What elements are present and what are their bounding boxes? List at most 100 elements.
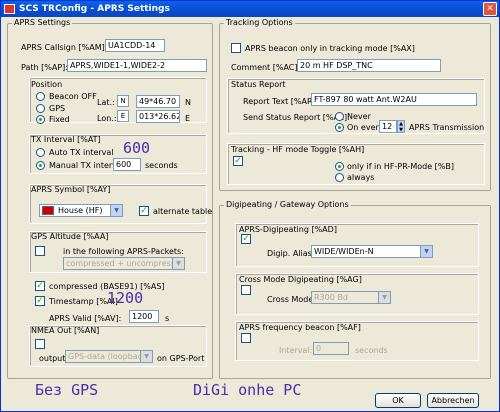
output-label: output (39, 354, 66, 363)
tracking-toggle-checkbox[interactable]: ✓ (233, 156, 243, 166)
gps-label: GPS (49, 104, 66, 113)
handwritten-600: 600 (123, 139, 151, 157)
path-input[interactable]: APRS,WIDE1-1,WIDE2-2 (67, 59, 207, 72)
house-symbol-icon (42, 206, 54, 215)
position-caption: Position (31, 80, 63, 89)
alias-label: Digip. Alias: (267, 249, 315, 258)
tracking-options-caption: Tracking Options (224, 18, 295, 27)
cross-mode-checkbox[interactable] (241, 285, 251, 295)
tx-interval-unit: seconds (145, 161, 178, 170)
output-value: GPS-data (loopback) (68, 352, 150, 361)
freq-beacon-checkbox[interactable] (241, 333, 251, 343)
alias-value: WIDE/WIDEn-N (314, 247, 374, 256)
symbol-value: House (HF) (58, 206, 103, 215)
alternate-table-label: alternate table (153, 207, 213, 216)
cross-mode-caption: Cross Mode Digipeating [%AG] (239, 275, 362, 284)
fixed-label: Fixed (49, 115, 70, 124)
chevron-down-icon[interactable]: ▼ (420, 246, 432, 257)
aprs-digi-checkbox[interactable]: ✓ (241, 234, 251, 244)
nmea-out-checkbox[interactable] (35, 339, 45, 349)
auto-tx-label: Auto TX interval (49, 148, 114, 157)
interval-label: Interval: (279, 346, 313, 355)
always-radio[interactable] (335, 173, 344, 182)
app-icon (4, 4, 15, 14)
aprs-valid-input[interactable]: 1200 (129, 310, 159, 323)
every-input[interactable]: 12 (379, 120, 397, 133)
send-status-label: Send Status Report [%AE]: (243, 113, 350, 122)
packets-value: compressed + uncompressed (2) (66, 259, 185, 268)
chevron-down-icon[interactable]: ▼ (110, 205, 122, 216)
report-text-input[interactable]: FT-897 80 watt Ant.W2AU (311, 93, 477, 106)
chevron-down-icon[interactable]: ▼ (140, 351, 152, 362)
callsign-label: APRS Callsign [%AM]: (21, 43, 108, 52)
ok-button[interactable]: OK (375, 393, 421, 408)
alternate-table-checkbox[interactable]: ✓ (139, 206, 149, 216)
only-if-label: only if in HF-PR-Mode [%B] (347, 162, 455, 171)
lon-label: Lon.: (97, 114, 117, 123)
symbol-select[interactable]: House (HF) ▼ (39, 204, 123, 217)
chevron-down-icon[interactable]: ▼ (378, 292, 390, 303)
lon-input[interactable]: 013*26.62 (136, 110, 180, 123)
comment-label: Comment [%AC]: (231, 63, 301, 72)
tx-interval-caption: TX Interval [%AT] (31, 135, 101, 144)
fixed-radio[interactable] (36, 115, 45, 124)
lat-ns: N (185, 98, 191, 107)
only-if-radio[interactable] (335, 162, 344, 171)
every-spinner[interactable]: ▲ ▼ (397, 120, 405, 133)
aprs-valid-label: APRS Valid [%AV]: (49, 314, 122, 323)
lon-dir-button[interactable]: E (117, 110, 129, 122)
cross-mode-label: Cross Mode: (267, 295, 316, 304)
never-label: Never (347, 112, 371, 121)
beacon-tracking-checkbox[interactable] (231, 43, 241, 53)
gps-port-label: on GPS-Port (157, 354, 205, 363)
nmea-out-caption: NMEA Out [%AN] (31, 326, 100, 335)
freq-beacon-caption: APRS frequency beacon [%AF] (239, 323, 361, 332)
alias-select[interactable]: WIDE/WIDEn-N ▼ (311, 245, 433, 258)
always-label: always (347, 173, 375, 182)
aprs-settings-window: SCS TRConfig - APRS Settings ✕ APRS Sett… (0, 0, 500, 412)
cross-mode-select[interactable]: R300 Bd ▼ (311, 291, 391, 304)
lat-label: Lat.: (97, 98, 115, 107)
title-bar: SCS TRConfig - APRS Settings ✕ (1, 1, 499, 17)
auto-tx-radio[interactable] (36, 148, 45, 157)
gps-altitude-checkbox[interactable] (35, 246, 45, 256)
aprs-settings-caption: APRS Settings (12, 18, 73, 27)
chevron-down-icon[interactable]: ▼ (172, 258, 184, 269)
tx-interval-input[interactable]: 600 (113, 158, 141, 171)
gps-altitude-caption: GPS Altitude [%AA] (31, 232, 109, 241)
comment-input[interactable]: 20 m HF DSP_TNC (297, 59, 441, 72)
interval-unit: seconds (355, 346, 388, 355)
in-packets-label: in the following APRS-Packets: (63, 247, 184, 256)
cancel-button[interactable]: Abbrechen (427, 393, 479, 408)
aprs-digi-caption: APRS-Digipeating [%AD] (239, 225, 337, 234)
on-every-radio[interactable] (335, 123, 344, 132)
status-report-caption: Status Report (231, 80, 286, 89)
tracking-toggle-caption: Tracking - HF mode Toggle [%AH] (231, 145, 365, 154)
report-text-label: Report Text [%AR]: (243, 97, 319, 106)
cross-mode-value: R300 Bd (314, 293, 348, 302)
beacon-off-radio[interactable] (36, 92, 45, 101)
lon-ew: E (185, 114, 191, 123)
path-label: Path [%AP]: (21, 63, 68, 72)
manual-tx-radio[interactable] (36, 161, 45, 170)
output-select[interactable]: GPS-data (loopback) ▼ (65, 350, 153, 363)
beacon-tracking-label: APRS beacon only in tracking mode [%AX] (245, 44, 415, 53)
every-unit: APRS Transmission (409, 123, 485, 132)
handwritten-note-2: DiGi onhe PC (193, 381, 302, 399)
window-title: SCS TRConfig - APRS Settings (19, 4, 170, 14)
handwritten-note-1: Без GPS (35, 381, 99, 399)
aprs-symbol-caption: APRS Symbol [%AY] (31, 185, 111, 194)
callsign-input[interactable]: UA1CDD-14 (105, 39, 165, 52)
lat-input[interactable]: 49*46.70 (136, 95, 180, 108)
never-radio[interactable] (335, 112, 344, 121)
aprs-valid-unit: s (165, 314, 170, 323)
compressed-checkbox[interactable]: ✓ (35, 281, 45, 291)
beacon-off-label: Beacon OFF (49, 92, 97, 101)
close-icon[interactable]: ✕ (483, 2, 497, 16)
lat-dir-button[interactable]: N (117, 95, 129, 107)
gps-radio[interactable] (36, 104, 45, 113)
packets-select[interactable]: compressed + uncompressed (2) ▼ (63, 257, 185, 270)
interval-input[interactable]: 0 (313, 342, 349, 355)
timestamp-checkbox[interactable]: ✓ (35, 296, 45, 306)
digipeating-caption: Digipeating / Gateway Options (224, 200, 351, 209)
